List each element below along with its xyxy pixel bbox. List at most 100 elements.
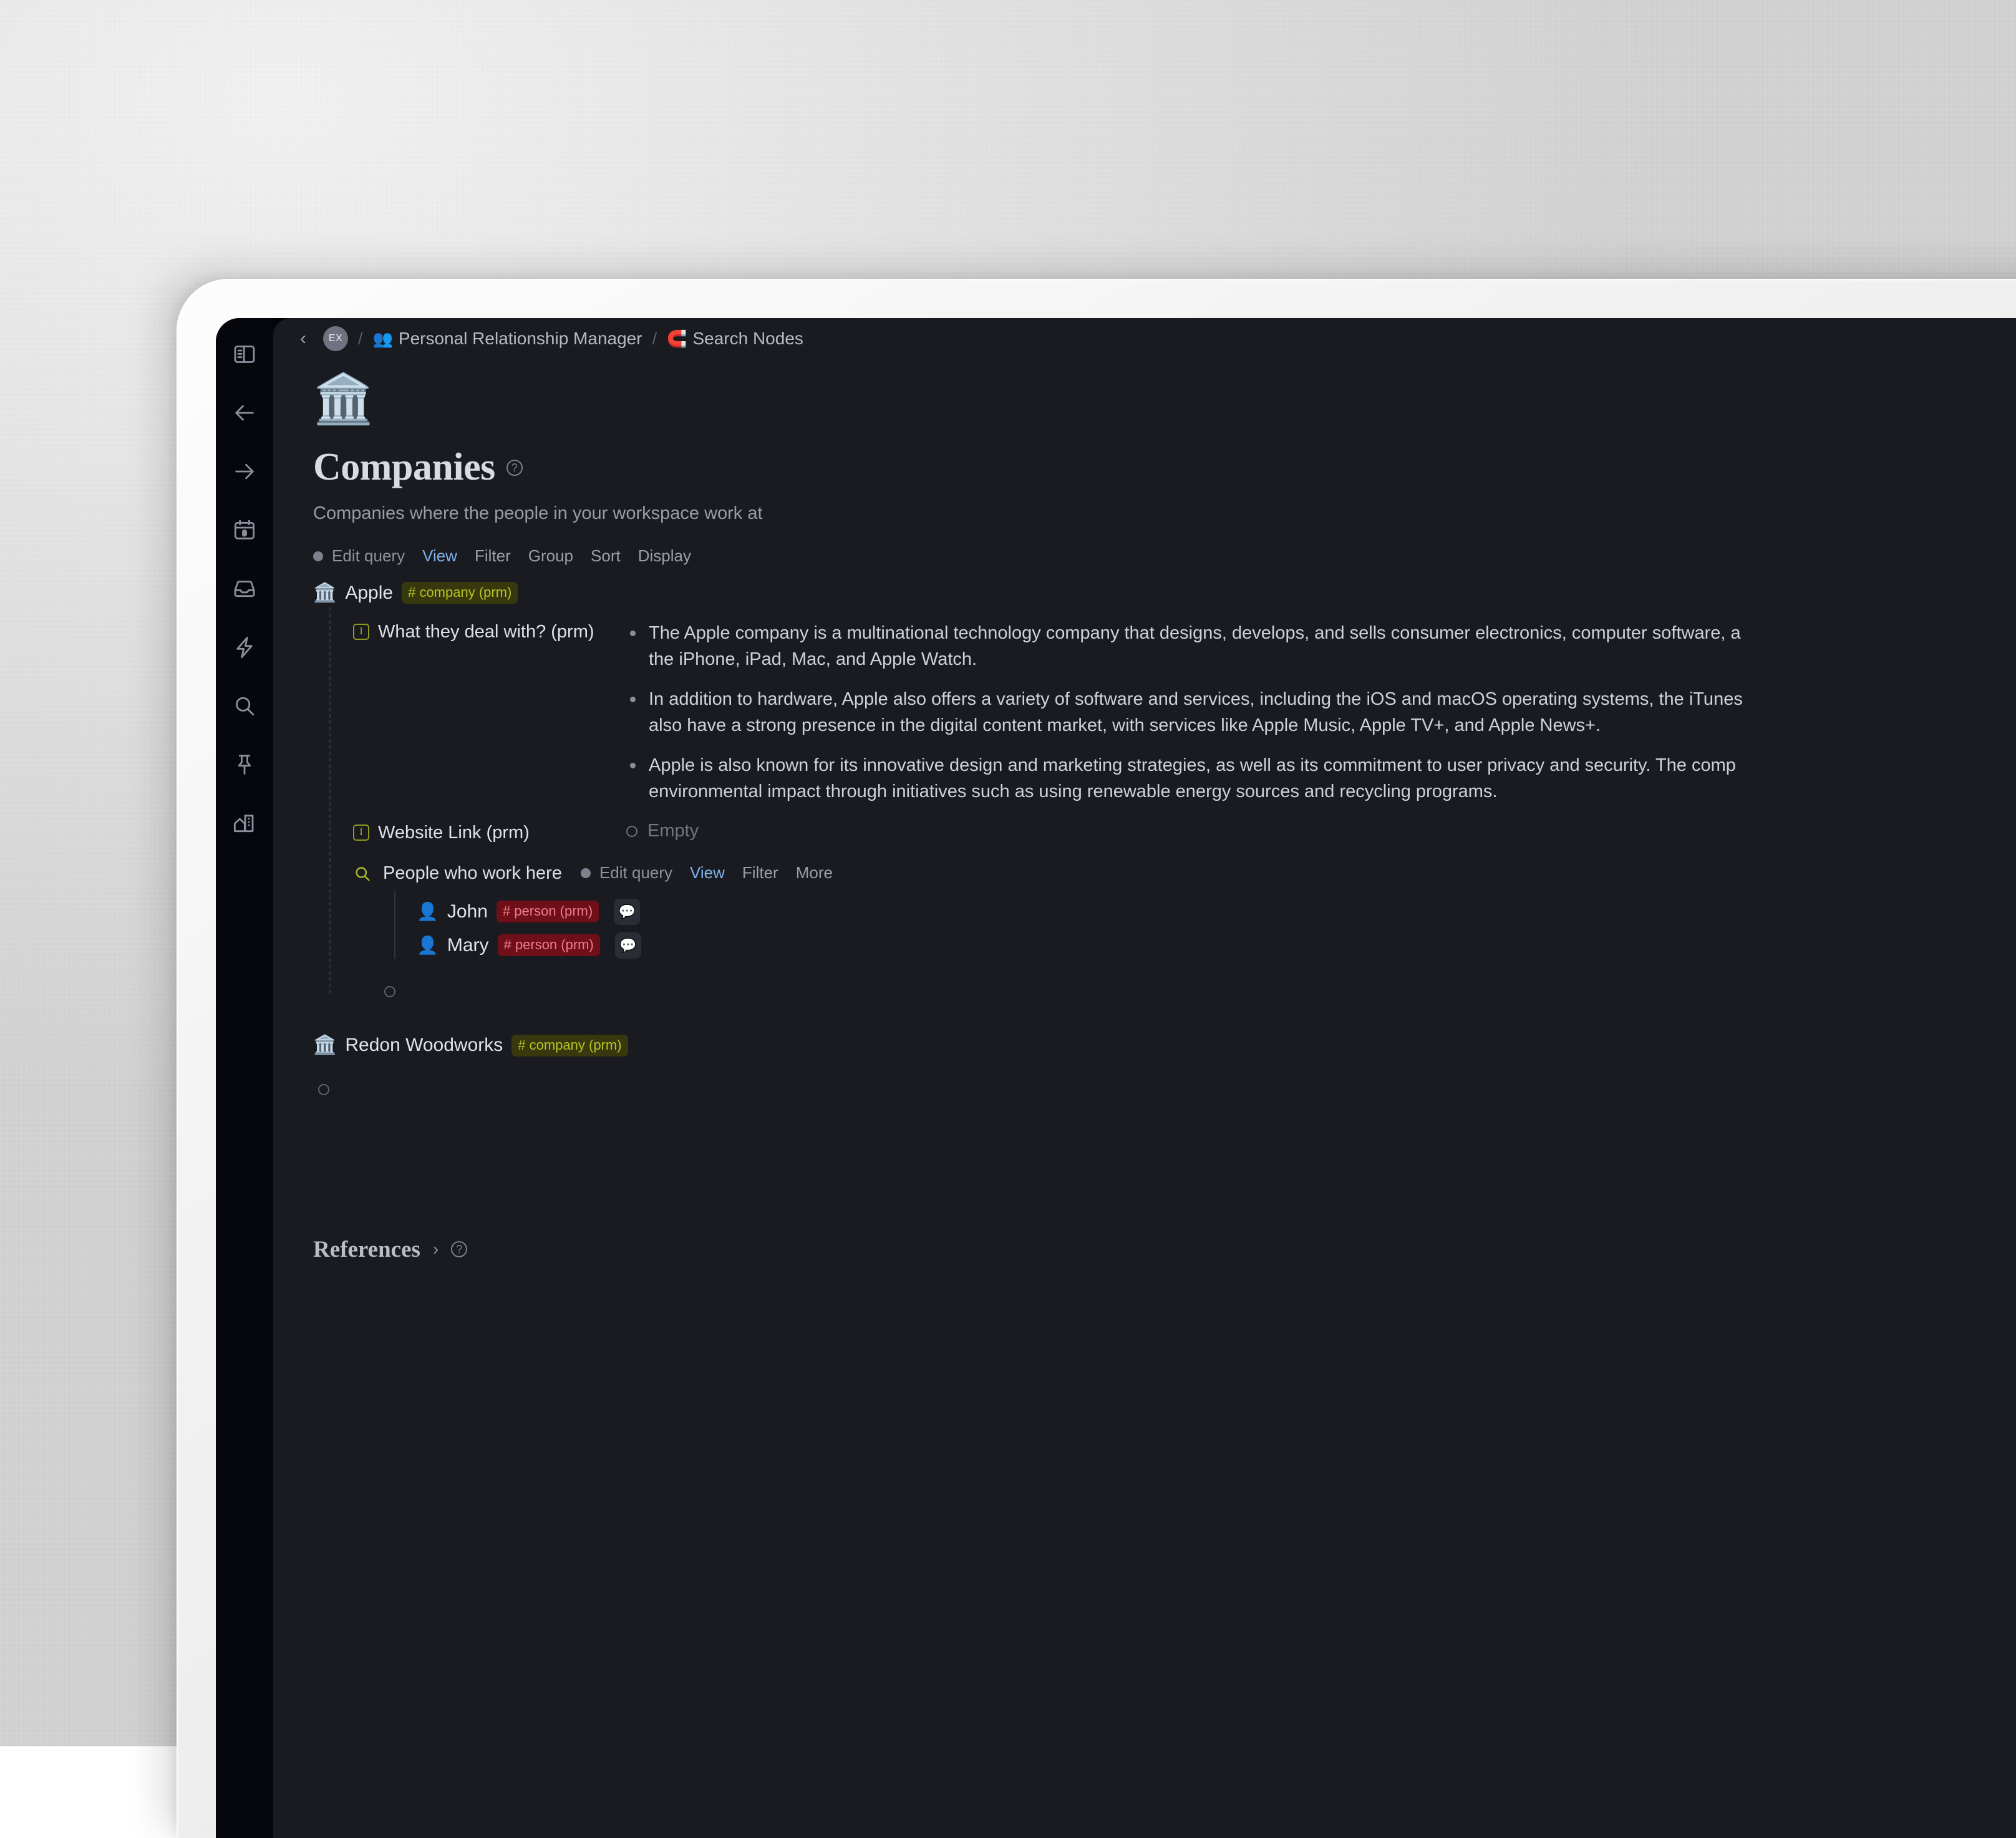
query-tab-filter[interactable]: Filter: [742, 863, 778, 883]
laptop-bezel: 9: [177, 279, 2016, 1838]
bullet-line-1: The Apple company is a multinational tec…: [649, 623, 1741, 643]
content-pane: ‹ EX / 👥 Personal Relationship Manager /…: [273, 318, 2016, 1838]
query-tab-group[interactable]: Group: [528, 546, 573, 566]
page-subtitle[interactable]: Companies where the people in your works…: [313, 503, 2016, 524]
sidebar-item-forward[interactable]: [227, 455, 262, 488]
bullet-line-2: environmental impact through initiatives…: [649, 778, 2016, 805]
sidebar-item-search[interactable]: [227, 690, 262, 722]
apple-children: I What they deal with? (prm) The Apple c…: [329, 604, 2016, 997]
property-label: What they deal with? (prm): [378, 620, 594, 644]
website-link-input[interactable]: Empty: [626, 821, 2016, 841]
query-tab-view[interactable]: View: [422, 546, 457, 566]
list-item[interactable]: In addition to hardware, Apple also offe…: [626, 686, 2016, 738]
property-label: Website Link (prm): [378, 821, 530, 844]
query-status-dot: [581, 868, 591, 878]
app-window: 9: [216, 318, 2016, 1838]
edit-query-button[interactable]: Edit query: [332, 546, 405, 566]
person-name[interactable]: Mary: [447, 935, 489, 956]
bullet-line-1: Apple is also known for its innovative d…: [649, 755, 1736, 775]
empty-bullet-icon: [626, 826, 637, 837]
sidebar-item-quick-capture[interactable]: [227, 631, 262, 664]
property-label-wrap[interactable]: I What they deal with? (prm): [353, 620, 615, 644]
bullet-line-2: the iPhone, iPad, Mac, and Apple Watch.: [649, 646, 2016, 672]
references-title[interactable]: References: [313, 1236, 420, 1263]
tag-company[interactable]: # company (prm): [511, 1035, 628, 1057]
query-status-dot: [313, 551, 323, 561]
calendar-icon: 9: [232, 518, 257, 543]
page-header: 🏛️ Companies ? Companies where the peopl…: [273, 359, 2016, 524]
tag-person[interactable]: # person (prm): [497, 901, 599, 922]
tag-company[interactable]: # company (prm): [402, 582, 518, 604]
query-tab-display[interactable]: Display: [638, 546, 691, 566]
node-row-apple[interactable]: 🏛️ Apple # company (prm): [313, 582, 2016, 604]
empty-block-bullet[interactable]: [318, 1084, 329, 1095]
query-tab-sort[interactable]: Sort: [591, 546, 621, 566]
comment-bubble-icon[interactable]: 💬: [615, 932, 641, 959]
property-row-website-link: I Website Link (prm) Empty: [353, 805, 2016, 844]
page-title-row: Companies ?: [313, 445, 2016, 490]
inbox-icon: [232, 576, 257, 601]
query-tab-more[interactable]: More: [796, 863, 833, 883]
breadcrumb-item-search-nodes[interactable]: 🧲 Search Nodes: [667, 329, 803, 349]
query-tab-view[interactable]: View: [690, 863, 725, 883]
node-title[interactable]: Apple: [345, 583, 393, 604]
list-item[interactable]: 👤 Mary # person (prm) 💬: [417, 929, 2016, 962]
breadcrumb: ‹ EX / 👥 Personal Relationship Manager /…: [273, 318, 2016, 359]
sidebar-item-toggle-sidebar[interactable]: [227, 338, 262, 370]
classical-building-icon: 🏛️: [313, 584, 336, 602]
sidebar-item-daily-notes[interactable]: 9: [227, 514, 262, 546]
breadcrumb-item-label: Personal Relationship Manager: [399, 329, 642, 349]
magnet-icon: 🧲: [667, 331, 687, 347]
list-item[interactable]: The Apple company is a multinational tec…: [626, 620, 2016, 672]
toggle-sidebar-icon: [232, 342, 257, 367]
sidebar-item-back[interactable]: [227, 397, 262, 429]
empty-block-bullet[interactable]: [384, 986, 395, 997]
forward-arrow-icon: [232, 459, 257, 484]
bullet-line-2: also have a strong presence in the digit…: [649, 712, 2016, 738]
help-icon[interactable]: ?: [506, 460, 523, 476]
breadcrumb-item-prm[interactable]: 👥 Personal Relationship Manager: [373, 329, 642, 349]
svg-text:9: 9: [243, 529, 247, 538]
pin-icon: [232, 752, 257, 777]
workspace-avatar[interactable]: EX: [323, 326, 348, 351]
property-value[interactable]: The Apple company is a multinational tec…: [626, 620, 2016, 805]
help-icon[interactable]: ?: [451, 1241, 467, 1257]
property-label-wrap[interactable]: I Website Link (prm): [353, 821, 615, 844]
classical-building-icon: 🏛️: [313, 1036, 336, 1055]
breadcrumb-back-button[interactable]: ‹: [291, 326, 316, 351]
breadcrumb-separator: /: [358, 329, 363, 349]
page-title[interactable]: Companies: [313, 445, 495, 490]
list-item[interactable]: Apple is also known for its innovative d…: [626, 752, 2016, 805]
chevron-right-icon[interactable]: ›: [433, 1239, 439, 1259]
person-icon: 👤: [417, 903, 439, 921]
node-title[interactable]: Redon Woodworks: [345, 1035, 503, 1056]
people-icon: 👥: [373, 331, 393, 347]
screen: 9: [216, 318, 2016, 1838]
text-property-icon: I: [353, 624, 369, 640]
home-building-icon: [232, 811, 257, 836]
people-results: 👤 John # person (prm) 💬 👤 Mary # person …: [394, 885, 2016, 962]
comment-bubble-icon[interactable]: 💬: [614, 899, 640, 925]
sidebar-item-inbox[interactable]: [227, 573, 262, 605]
subquery-toolbar: Edit query View Filter More: [581, 863, 833, 883]
icon-rail: 9: [216, 318, 273, 1838]
references-section: References › ?: [313, 1236, 2016, 1263]
tag-person[interactable]: # person (prm): [498, 934, 600, 956]
edit-query-button[interactable]: Edit query: [599, 863, 672, 883]
person-name[interactable]: John: [447, 901, 488, 922]
subquery-header-people: People who work here Edit query View Fil…: [353, 845, 2016, 885]
subquery-label[interactable]: People who work here: [383, 861, 562, 885]
person-icon: 👤: [417, 937, 439, 954]
breadcrumb-item-label: Search Nodes: [692, 329, 803, 349]
query-tab-filter[interactable]: Filter: [475, 546, 511, 566]
query-toolbar: Edit query View Filter Group Sort Displa…: [313, 546, 2016, 566]
bullet-list: The Apple company is a multinational tec…: [626, 620, 2016, 805]
classical-building-icon[interactable]: 🏛️: [313, 374, 2016, 423]
bullet-line-1: In addition to hardware, Apple also offe…: [649, 689, 1743, 709]
node-row-redon-woodworks[interactable]: 🏛️ Redon Woodworks # company (prm): [313, 1035, 2016, 1057]
list-item[interactable]: 👤 John # person (prm) 💬: [417, 895, 2016, 929]
sidebar-item-pinned[interactable]: [227, 748, 262, 781]
sidebar-item-home[interactable]: [227, 807, 262, 839]
search-icon: [232, 694, 257, 718]
empty-placeholder: Empty: [647, 821, 699, 841]
